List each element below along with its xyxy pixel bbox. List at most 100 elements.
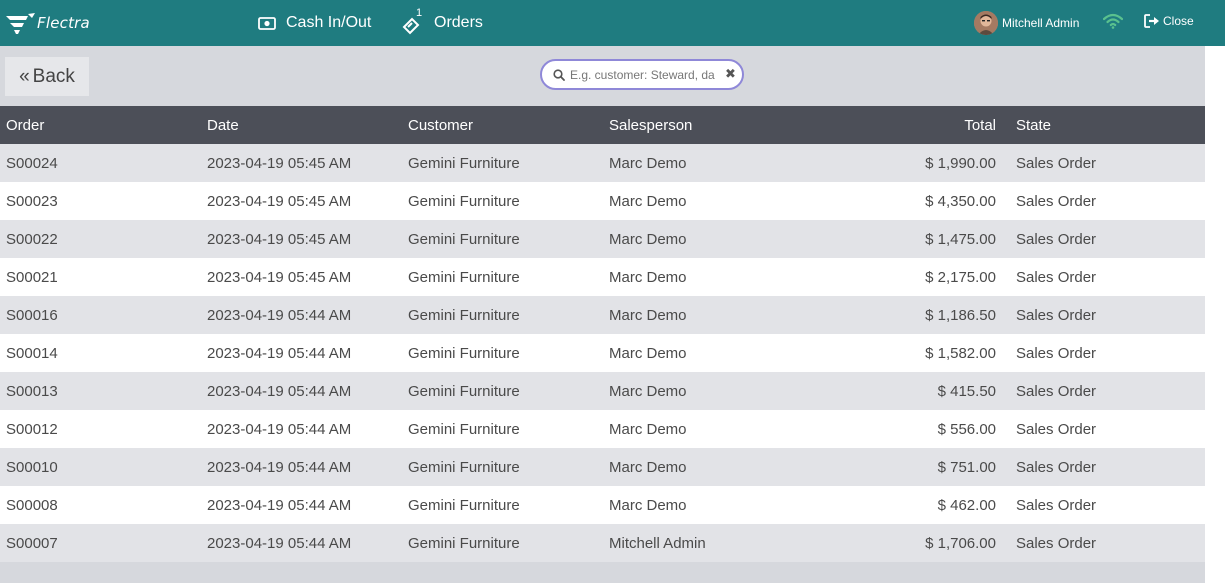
close-button[interactable]: Close (1144, 14, 1194, 28)
cell-salesperson: Marc Demo (609, 382, 687, 400)
cash-in-out-label: Cash In/Out (286, 14, 372, 31)
cell-total: $ 1,706.00 (925, 534, 996, 552)
header-total[interactable]: Total (804, 106, 1010, 144)
flectra-logo: Flectra (6, 11, 90, 35)
cell-state: Sales Order (1016, 306, 1097, 324)
search-icon (553, 69, 565, 81)
cell-total: $ 1,990.00 (925, 154, 996, 172)
cell-date: 2023-04-19 05:45 AM (207, 192, 352, 210)
user-name: Mitchell Admin (1002, 16, 1080, 30)
cell-date: 2023-04-19 05:45 AM (207, 154, 352, 172)
close-label: Close (1163, 14, 1194, 28)
cell-customer: Gemini Furniture (408, 192, 520, 210)
cell-order: S00013 (6, 382, 58, 400)
orders-button[interactable]: 1 Orders (402, 0, 483, 46)
cell-state: Sales Order (1016, 534, 1097, 552)
header-order[interactable]: Order (0, 106, 201, 144)
cell-salesperson: Marc Demo (609, 420, 687, 438)
table-row[interactable]: S00012 2023-04-19 05:44 AM Gemini Furnit… (0, 410, 1205, 448)
header-customer[interactable]: Customer (402, 106, 603, 144)
cell-customer: Gemini Furniture (408, 268, 520, 286)
clear-search-icon[interactable]: ✖ (725, 66, 736, 82)
cell-customer: Gemini Furniture (408, 534, 520, 552)
flectra-logo-icon (6, 13, 35, 34)
cell-order: S00016 (6, 306, 58, 324)
cell-state: Sales Order (1016, 344, 1097, 362)
cell-salesperson: Marc Demo (609, 154, 687, 172)
cell-salesperson: Marc Demo (609, 230, 687, 248)
cell-date: 2023-04-19 05:44 AM (207, 534, 352, 552)
cell-order: S00021 (6, 268, 58, 286)
cash-in-out-button[interactable]: Cash In/Out (258, 0, 371, 46)
cell-salesperson: Marc Demo (609, 268, 687, 286)
search-box[interactable]: ✖ (540, 59, 744, 90)
header-date[interactable]: Date (201, 106, 402, 144)
orders-label: Orders (434, 14, 483, 31)
table-row[interactable]: S00024 2023-04-19 05:45 AM Gemini Furnit… (0, 144, 1205, 182)
header-state[interactable]: State (1010, 106, 1205, 144)
cell-order: S00010 (6, 458, 58, 476)
cell-salesperson: Marc Demo (609, 306, 687, 324)
cell-salesperson: Mitchell Admin (609, 534, 706, 552)
header-salesperson[interactable]: Salesperson (603, 106, 804, 144)
cell-customer: Gemini Furniture (408, 496, 520, 514)
search-input[interactable] (570, 66, 720, 84)
table-row[interactable]: S00007 2023-04-19 05:44 AM Gemini Furnit… (0, 524, 1205, 562)
table-row[interactable]: S00010 2023-04-19 05:44 AM Gemini Furnit… (0, 448, 1205, 486)
table-row[interactable]: S00021 2023-04-19 05:45 AM Gemini Furnit… (0, 258, 1205, 296)
table-row[interactable]: S00008 2023-04-19 05:44 AM Gemini Furnit… (0, 486, 1205, 524)
table-row[interactable]: S00013 2023-04-19 05:44 AM Gemini Furnit… (0, 372, 1205, 410)
table-row[interactable]: S00023 2023-04-19 05:45 AM Gemini Furnit… (0, 182, 1205, 220)
top-bar: Flectra Cash In/Out 1 Orders Mitchell Ad… (0, 0, 1225, 46)
cell-date: 2023-04-19 05:44 AM (207, 382, 352, 400)
cell-date: 2023-04-19 05:44 AM (207, 458, 352, 476)
cell-state: Sales Order (1016, 154, 1097, 172)
cell-customer: Gemini Furniture (408, 230, 520, 248)
cell-salesperson: Marc Demo (609, 458, 687, 476)
cell-date: 2023-04-19 05:44 AM (207, 420, 352, 438)
cell-state: Sales Order (1016, 230, 1097, 248)
cell-state: Sales Order (1016, 382, 1097, 400)
cell-state: Sales Order (1016, 496, 1097, 514)
cell-total: $ 751.00 (937, 458, 996, 476)
wifi-icon (1102, 13, 1124, 34)
cell-date: 2023-04-19 05:44 AM (207, 496, 352, 514)
table-row[interactable]: S00014 2023-04-19 05:44 AM Gemini Furnit… (0, 334, 1205, 372)
cell-order: S00014 (6, 344, 58, 362)
cell-total: $ 415.50 (937, 382, 996, 400)
cell-state: Sales Order (1016, 268, 1097, 286)
cell-customer: Gemini Furniture (408, 344, 520, 362)
cell-state: Sales Order (1016, 420, 1097, 438)
cell-state: Sales Order (1016, 192, 1097, 210)
table-bottom-area (0, 562, 1205, 583)
cell-customer: Gemini Furniture (408, 306, 520, 324)
cell-order: S00012 (6, 420, 58, 438)
cell-total: $ 4,350.00 (925, 192, 996, 210)
cell-customer: Gemini Furniture (408, 458, 520, 476)
cell-salesperson: Marc Demo (609, 496, 687, 514)
table-row[interactable]: S00016 2023-04-19 05:44 AM Gemini Furnit… (0, 296, 1205, 334)
cell-total: $ 1,475.00 (925, 230, 996, 248)
cell-total: $ 1,186.50 (925, 306, 996, 324)
cell-order: S00024 (6, 154, 58, 172)
tickets-icon: 1 (402, 7, 424, 35)
orders-table: Order Date Customer Salesperson Total St… (0, 106, 1205, 562)
cell-total: $ 1,582.00 (925, 344, 996, 362)
cell-order: S00008 (6, 496, 58, 514)
cell-salesperson: Marc Demo (609, 192, 687, 210)
control-bar: « Back ✖ (0, 46, 1205, 106)
cell-date: 2023-04-19 05:44 AM (207, 344, 352, 362)
cell-order: S00022 (6, 230, 58, 248)
back-label: Back (32, 65, 75, 87)
double-chevron-left-icon: « (19, 65, 30, 87)
cell-total: $ 556.00 (937, 420, 996, 438)
sign-out-icon (1144, 14, 1159, 28)
cell-total: $ 2,175.00 (925, 268, 996, 286)
table-row[interactable]: S00022 2023-04-19 05:45 AM Gemini Furnit… (0, 220, 1205, 258)
cell-customer: Gemini Furniture (408, 420, 520, 438)
user-menu[interactable]: Mitchell Admin (974, 11, 1079, 35)
back-button[interactable]: « Back (5, 57, 89, 96)
cell-total: $ 462.00 (937, 496, 996, 514)
cell-date: 2023-04-19 05:44 AM (207, 306, 352, 324)
logo-text: Flectra (37, 14, 90, 32)
